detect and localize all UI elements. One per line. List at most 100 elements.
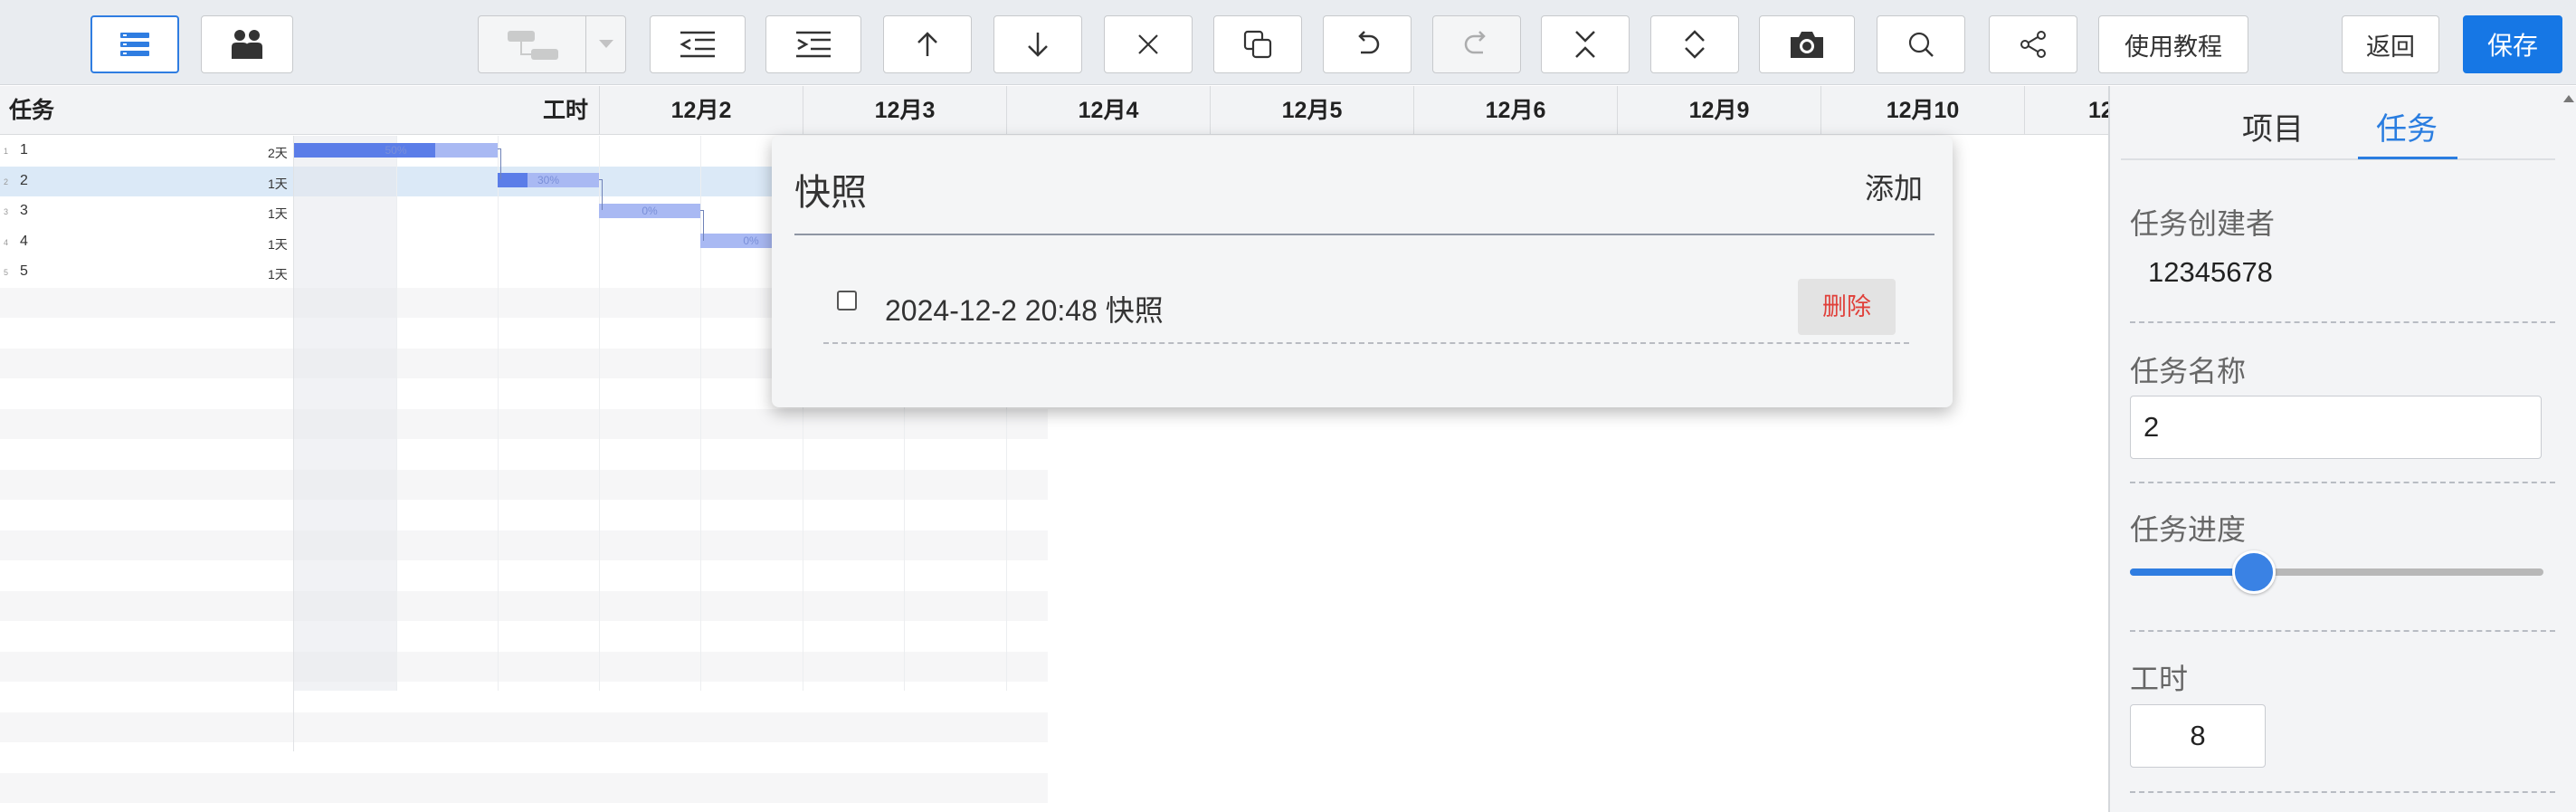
- date-header: 12: [2024, 86, 2114, 135]
- weekend-shade: [294, 136, 396, 691]
- redo-icon: [1463, 31, 1490, 58]
- empty-row: [0, 682, 1048, 712]
- hours-label: 工时: [2130, 663, 2189, 695]
- delete-task-button[interactable]: [1104, 15, 1193, 73]
- progress-label: 0%: [642, 205, 658, 217]
- close-icon: [1137, 33, 1159, 55]
- task-bar[interactable]: 50%: [294, 143, 498, 158]
- empty-row: [0, 712, 1048, 742]
- creator-label: 任务创建者: [2130, 207, 2276, 240]
- gantt-header: 任务 工时 12月2 12月3 12月4 12月5 12月6 12月9 12月1…: [0, 86, 2114, 135]
- task-bar[interactable]: 0%: [599, 204, 700, 218]
- copy-button[interactable]: [1213, 15, 1302, 73]
- task-property-panel: 项目 任务 任务创建者 12345678 任务名称 2 任务进度 工时 8: [2108, 86, 2576, 812]
- link-dropdown-button[interactable]: [585, 16, 625, 72]
- outdent-icon: [679, 31, 717, 58]
- undo-button[interactable]: [1323, 15, 1412, 73]
- gridline: [396, 136, 397, 691]
- row-duration: 1天: [268, 236, 288, 252]
- back-button[interactable]: 返回: [2342, 15, 2439, 73]
- row-task-name: 3: [20, 203, 28, 218]
- indent-icon: [794, 31, 832, 58]
- divider: [2130, 791, 2555, 793]
- row-task-name: 1: [20, 142, 28, 158]
- scrollbar[interactable]: [2563, 86, 2576, 812]
- collapse-all-button[interactable]: [1541, 15, 1630, 73]
- divider: [2130, 630, 2555, 632]
- expand-all-button[interactable]: [1650, 15, 1739, 73]
- dependency-link: [703, 210, 704, 241]
- arrow-up-icon: [916, 31, 939, 58]
- row-number: 2: [4, 177, 9, 186]
- indent-button[interactable]: [765, 15, 861, 73]
- snapshot-button[interactable]: [1759, 15, 1855, 73]
- empty-row: [0, 621, 1048, 652]
- snapshot-checkbox[interactable]: [837, 291, 857, 310]
- move-up-button[interactable]: [883, 15, 972, 73]
- expand-icon: [1683, 29, 1706, 60]
- empty-row: [0, 530, 1048, 560]
- task-bar[interactable]: 30%: [498, 173, 599, 187]
- date-header: 12月6: [1413, 86, 1617, 135]
- tutorial-button[interactable]: 使用教程: [2098, 15, 2248, 73]
- people-icon: [230, 29, 264, 60]
- slider-thumb[interactable]: [2232, 550, 2277, 594]
- row-number: 4: [4, 237, 9, 247]
- hours-input[interactable]: 8: [2130, 704, 2266, 768]
- tab-project[interactable]: 项目: [2242, 104, 2304, 148]
- snapshot-item: 2024-12-2 20:48 快照 删除: [823, 272, 1909, 344]
- progress-label: 50%: [385, 144, 407, 157]
- dependency-link: [602, 179, 603, 210]
- outdent-button[interactable]: [650, 15, 746, 73]
- task-progress-label: 任务进度: [2130, 513, 2247, 546]
- toolbar: 使用教程 返回 保存: [0, 0, 2576, 85]
- date-header: 12月2: [599, 86, 803, 135]
- link-task-button[interactable]: [478, 15, 626, 73]
- snapshot-popup: 快照 添加 2024-12-2 20:48 快照 删除: [772, 136, 1953, 407]
- row-number: 5: [4, 268, 9, 277]
- redo-button[interactable]: [1432, 15, 1521, 73]
- row-number: 3: [4, 207, 9, 216]
- col-task-header: 任务: [9, 98, 55, 123]
- move-down-button[interactable]: [993, 15, 1082, 73]
- panel-tabs: 项目 任务: [2121, 86, 2555, 160]
- delete-snapshot-button[interactable]: 删除: [1798, 279, 1896, 335]
- add-snapshot-button[interactable]: 添加: [1865, 166, 1923, 207]
- row-duration: 1天: [268, 176, 288, 191]
- copy-icon: [1243, 30, 1272, 59]
- empty-row: [0, 469, 1048, 500]
- search-button[interactable]: [1877, 15, 1965, 73]
- empty-row: [0, 590, 1048, 621]
- task-name-input[interactable]: 2: [2130, 396, 2542, 459]
- save-button[interactable]: 保存: [2463, 15, 2562, 73]
- row-task-name: 2: [20, 172, 28, 188]
- progress-slider[interactable]: [2130, 550, 2543, 594]
- row-task-name: 4: [20, 233, 28, 249]
- row-duration: 2天: [268, 146, 288, 160]
- divider: [293, 136, 294, 751]
- date-header: 12月10: [1820, 86, 2024, 135]
- chevron-down-icon: [598, 39, 614, 50]
- scroll-up-icon: [2563, 95, 2574, 102]
- active-tab-indicator: [2358, 157, 2457, 159]
- list-view-button[interactable]: [90, 15, 179, 73]
- arrow-down-icon: [1026, 31, 1050, 58]
- empty-row: [0, 772, 1048, 803]
- creator-value: 12345678: [2148, 256, 2273, 288]
- tab-task[interactable]: 任务: [2376, 104, 2438, 148]
- share-button[interactable]: [1989, 15, 2077, 73]
- gridline: [700, 136, 701, 691]
- empty-row: [0, 560, 1048, 591]
- people-view-button[interactable]: [201, 15, 293, 73]
- dependency-link: [500, 148, 501, 179]
- camera-icon: [1788, 29, 1826, 60]
- gridline: [599, 136, 600, 691]
- col-hours-header: 工时: [543, 98, 589, 123]
- search-icon: [1907, 31, 1934, 58]
- date-header: 12月9: [1617, 86, 1820, 135]
- undo-icon: [1354, 31, 1381, 58]
- divider: [2130, 482, 2555, 483]
- divider: [2130, 321, 2555, 323]
- divider: [794, 234, 1934, 235]
- snapshot-label: 2024-12-2 20:48 快照: [885, 294, 1164, 327]
